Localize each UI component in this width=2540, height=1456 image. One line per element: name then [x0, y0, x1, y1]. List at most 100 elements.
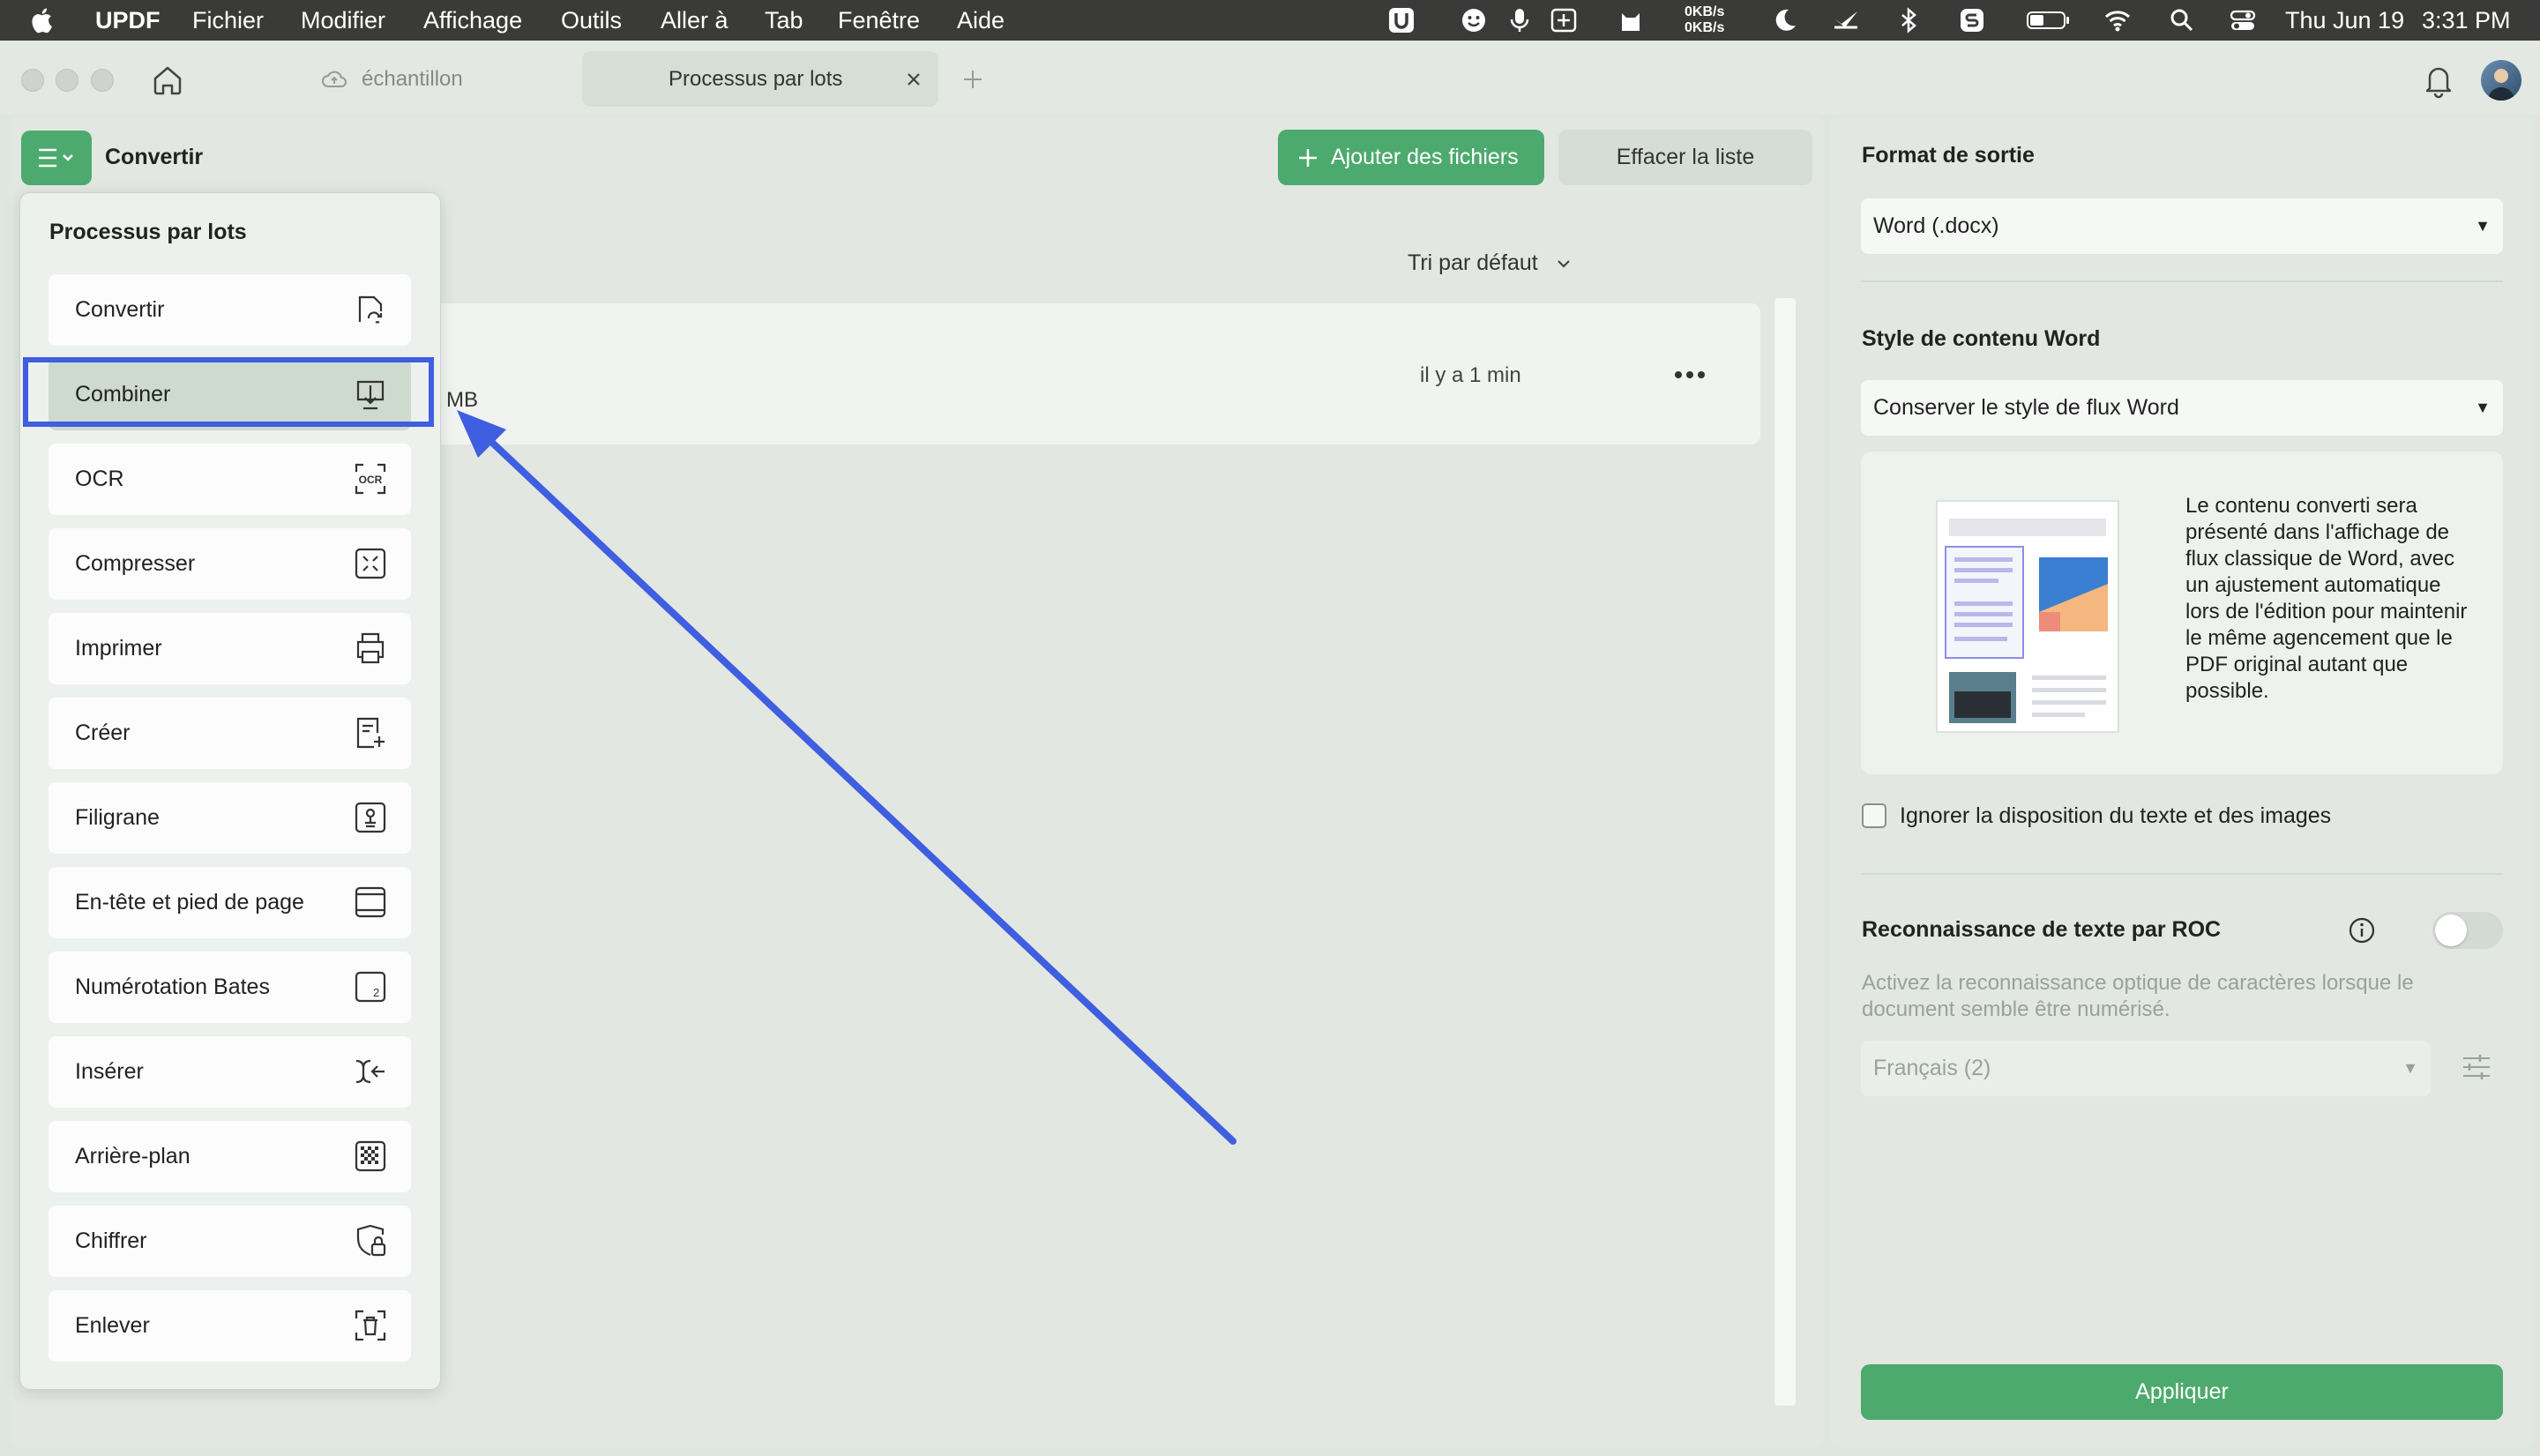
menu-item-filigrane[interactable]: Filigrane [49, 782, 411, 854]
more-options-icon[interactable] [1674, 370, 1706, 379]
avatar-person-icon [2488, 69, 2514, 101]
clear-list-button[interactable]: Effacer la liste [1558, 130, 1812, 185]
scrollbar-track[interactable] [1774, 298, 1796, 1406]
close-window-button[interactable] [21, 69, 44, 92]
convert-icon [358, 295, 383, 324]
updf-status-icon[interactable] [1387, 6, 1416, 34]
bell-icon[interactable] [2421, 62, 2456, 99]
info-icon[interactable] [2348, 916, 2376, 945]
insert-icon [355, 1059, 385, 1084]
tab-processus-par-lots[interactable]: Processus par lots [582, 51, 938, 107]
tool-menu-button[interactable] [21, 131, 92, 185]
settings-panel [1829, 116, 2535, 1448]
new-tab-icon[interactable] [961, 68, 984, 91]
menu-item-label: Chiffrer [75, 1228, 147, 1253]
ocr-language-select[interactable]: Français (2) ▼ [1861, 1041, 2431, 1096]
printer-icon [356, 632, 385, 664]
s-app-icon[interactable] [1958, 6, 1986, 34]
menu-aller[interactable]: Aller à [661, 0, 728, 41]
menu-aide[interactable]: Aide [957, 0, 1005, 41]
menu-item-inserer[interactable]: Insérer [49, 1036, 411, 1108]
apple-icon[interactable] [29, 5, 57, 35]
ignore-layout-checkbox[interactable] [1862, 803, 1886, 828]
style-preview-card: Le contenu converti sera présenté dans l… [1861, 452, 2503, 774]
clipboard-app-icon[interactable] [1550, 6, 1578, 34]
menu-item-bates[interactable]: Numérotation Bates 2 [49, 952, 411, 1023]
cloud-icon [322, 71, 347, 87]
background-icon [355, 1140, 386, 1172]
minimize-window-button[interactable] [56, 69, 78, 92]
ocr-section-label: Reconnaissance de texte par ROC [1862, 917, 2222, 942]
document-preview-illustration [1936, 500, 2119, 733]
ocr-icon: OCR [355, 463, 386, 495]
menu-fenetre[interactable]: Fenêtre [838, 0, 920, 41]
style-description: Le contenu converti sera présenté dans l… [2185, 494, 2468, 703]
file-size: MB [446, 388, 478, 412]
encrypt-icon [356, 1224, 386, 1257]
highlight-box [23, 357, 434, 427]
menu-item-entete-pied[interactable]: En-tête et pied de page [49, 867, 411, 938]
caret-down-icon: ▼ [2402, 1059, 2418, 1077]
search-icon[interactable] [2168, 6, 2196, 34]
file-row[interactable]: MB il y a 1 min [432, 303, 1760, 444]
menu-tab[interactable]: Tab [765, 0, 803, 41]
apply-button[interactable]: Appliquer [1861, 1364, 2503, 1420]
close-tab-icon[interactable] [905, 71, 923, 88]
app-menu[interactable]: UPDF [95, 0, 161, 41]
home-icon[interactable] [150, 63, 185, 98]
word-style-select[interactable]: Conserver le style de flux Word ▼ [1861, 380, 2503, 436]
bates-icon: 2 [355, 971, 386, 1003]
moon-icon[interactable] [1771, 6, 1799, 34]
tab-processus-label: Processus par lots [669, 67, 843, 91]
header-footer-icon [355, 886, 386, 918]
sort-dropdown[interactable]: Tri par défaut [1408, 247, 1571, 279]
ocr-toggle[interactable] [2432, 912, 2503, 949]
emoji-status-icon[interactable] [1460, 6, 1488, 34]
menu-item-arriere-plan[interactable]: Arrière-plan [49, 1121, 411, 1192]
svg-text:2: 2 [373, 986, 379, 999]
word-style-label: Style de contenu Word [1862, 326, 2101, 351]
menu-item-chiffrer[interactable]: Chiffrer [49, 1206, 411, 1277]
menu-item-label: Enlever [75, 1313, 150, 1338]
sort-label: Tri par défaut [1408, 250, 1538, 275]
control-center-icon[interactable] [2229, 6, 2257, 34]
menu-item-imprimer[interactable]: Imprimer [49, 613, 411, 684]
add-files-label: Ajouter des fichiers [1331, 145, 1519, 169]
menu-item-creer[interactable]: Créer [49, 698, 411, 769]
menu-item-label: Insérer [75, 1059, 144, 1084]
bluetooth-icon[interactable] [1894, 6, 1923, 34]
menu-item-label: Filigrane [75, 805, 160, 830]
menu-modifier[interactable]: Modifier [301, 0, 385, 41]
menu-affichage[interactable]: Affichage [423, 0, 522, 41]
divider [1861, 873, 2503, 875]
tab-echantillon[interactable]: échantillon [300, 51, 572, 107]
microphone-icon[interactable] [1505, 6, 1534, 34]
menu-item-ocr[interactable]: OCR OCR [49, 444, 411, 515]
sliders-settings-icon[interactable] [2461, 1051, 2492, 1083]
menu-outils[interactable]: Outils [561, 0, 622, 41]
remove-icon [355, 1310, 386, 1341]
hamburger-chevron-icon [39, 148, 73, 168]
caret-down-icon: ▼ [2475, 217, 2491, 235]
net-speed-up: 0KB/s [1685, 4, 1725, 19]
menu-item-label: Compresser [75, 551, 196, 576]
cat-status-icon[interactable] [1617, 6, 1645, 34]
batch-menu-title: Processus par lots [49, 220, 247, 244]
output-format-select[interactable]: Word (.docx) ▼ [1861, 198, 2503, 254]
menu-item-enlever[interactable]: Enlever [49, 1290, 411, 1362]
current-tool-title: Convertir [105, 145, 204, 169]
menu-item-compresser[interactable]: Compresser [49, 528, 411, 600]
caret-down-icon: ▼ [2475, 399, 2491, 416]
zoom-window-button[interactable] [91, 69, 114, 92]
avatar[interactable] [2481, 60, 2521, 101]
chevron-down-icon [1557, 260, 1570, 268]
menu-item-convertir[interactable]: Convertir [49, 274, 411, 346]
battery-icon[interactable] [2026, 6, 2072, 34]
watermark-icon [355, 802, 386, 833]
add-files-button[interactable]: Ajouter des fichiers [1278, 130, 1544, 185]
output-format-label: Format de sortie [1862, 143, 2035, 168]
ocr-language-value: Français (2) [1873, 1056, 1991, 1080]
wifi-icon[interactable] [2103, 6, 2132, 34]
menu-fichier[interactable]: Fichier [192, 0, 264, 41]
yoink-icon[interactable] [1832, 6, 1860, 34]
